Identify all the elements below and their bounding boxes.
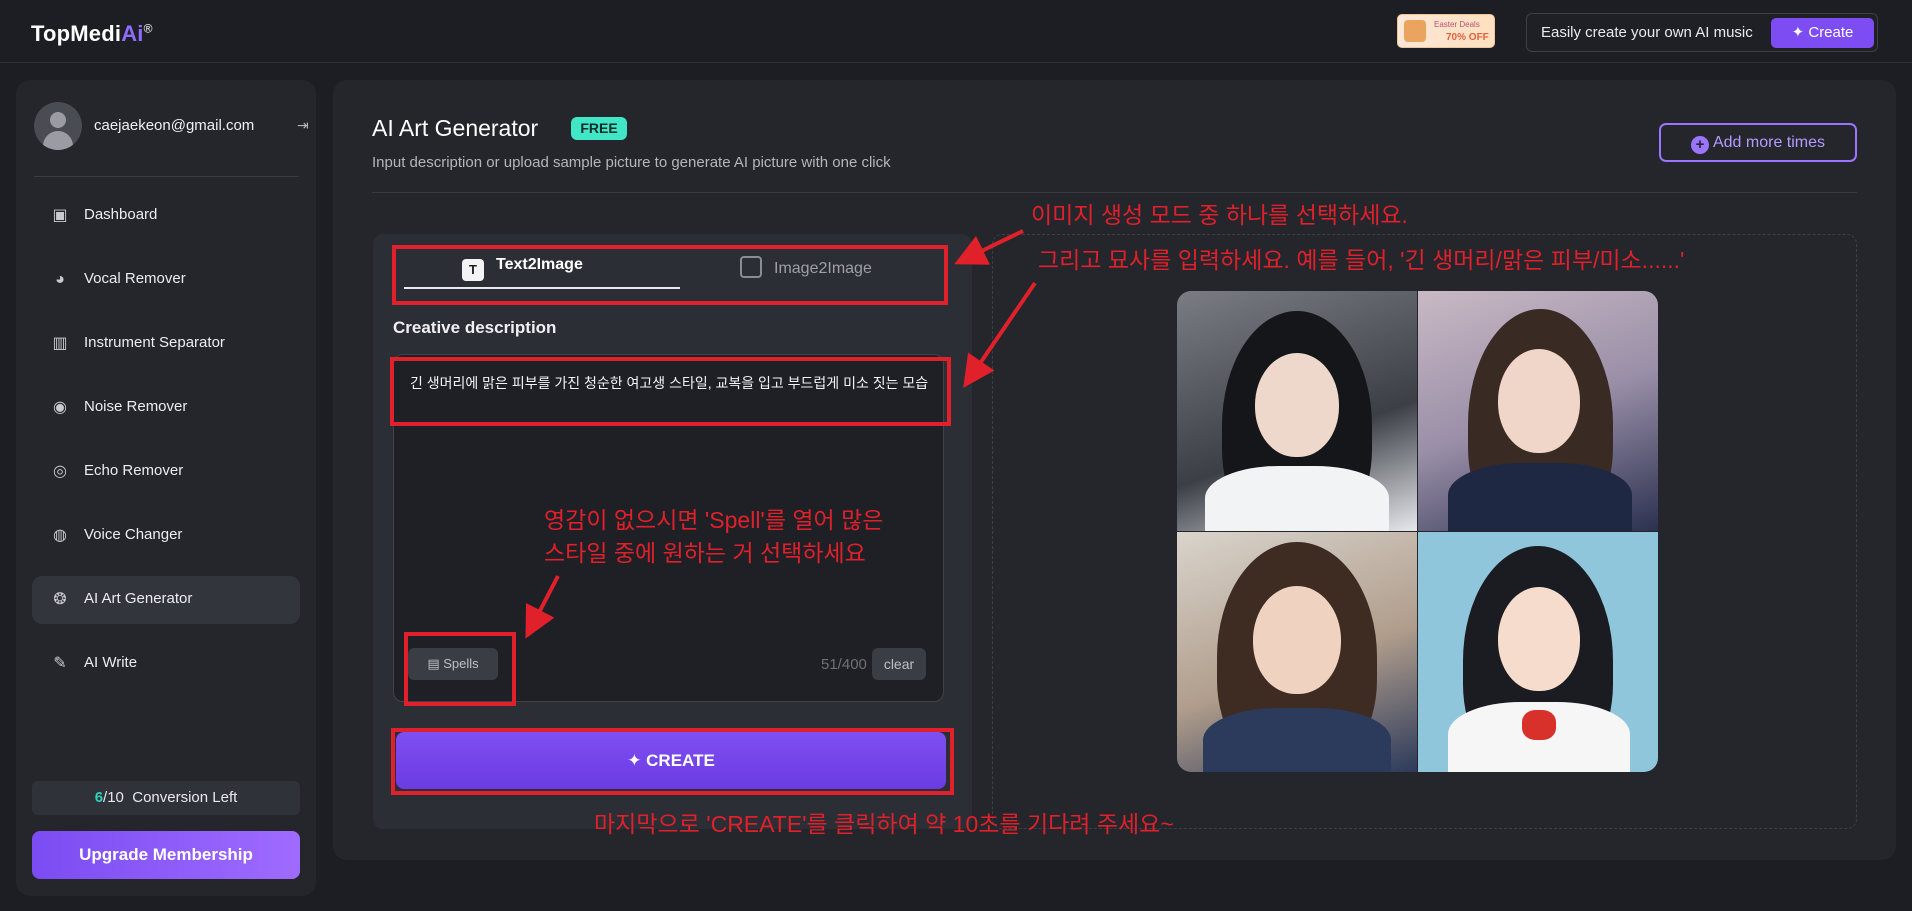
character-counter: 51/400: [821, 656, 867, 673]
plus-icon: +: [1690, 136, 1709, 154]
user-email: caejaekeon@gmail.com: [94, 117, 255, 134]
conversion-counter: 6/10 Conversion Left: [32, 781, 300, 815]
description-input[interactable]: 긴 생머리에 맑은 피부를 가진 청순한 여고생 스타일, 교복을 입고 부드럽…: [393, 354, 944, 702]
promo-line1: Easter Deals: [1434, 20, 1480, 29]
generator-card: T Text2Image Image2Image Creative descrip…: [373, 234, 972, 829]
sparkle-icon: ✦: [627, 751, 647, 770]
sidebar-item-echo-remover[interactable]: ◎ Echo Remover: [32, 448, 300, 496]
preview-image-2[interactable]: [1418, 291, 1658, 531]
header-divider: [372, 192, 1857, 193]
add-more-times-button[interactable]: + Add more times: [1659, 123, 1857, 162]
top-bar: TopMediAi® Easter Deals 70% OFF Easily c…: [0, 0, 1912, 63]
conversion-used: 6: [94, 789, 104, 806]
sidebar-item-label: Instrument Separator: [84, 334, 225, 351]
page-title: AI Art Generator: [372, 115, 539, 141]
music-cta: Easily create your own AI music ✦ Create: [1526, 13, 1878, 52]
preview-image-4[interactable]: [1418, 532, 1658, 772]
gift-icon: [1404, 20, 1426, 42]
briefcase-icon: ▣: [52, 207, 68, 224]
free-badge: FREE: [571, 117, 627, 140]
description-value: 긴 생머리에 맑은 피부를 가진 청순한 여고생 스타일, 교복을 입고 부드럽…: [410, 375, 929, 391]
conversion-total: /10: [103, 789, 124, 806]
image-icon: [740, 256, 762, 278]
preview-image-grid: [1177, 291, 1658, 772]
avatar[interactable]: [34, 102, 82, 150]
user-info: caejaekeon@gmail.com ⇥: [34, 102, 309, 152]
sidebar-item-label: Voice Changer: [84, 526, 183, 543]
sidebar-item-ai-write[interactable]: ✎ AI Write: [32, 640, 300, 688]
tab-label: Image2Image: [774, 260, 872, 277]
sidebar-item-voice-changer[interactable]: ◍ Voice Changer: [32, 512, 300, 560]
sidebar-item-ai-art-generator[interactable]: ❂ AI Art Generator: [32, 576, 300, 624]
promo-line2: 70% OFF: [1446, 32, 1489, 43]
sidebar-item-instrument-separator[interactable]: ▥ Instrument Separator: [32, 320, 300, 368]
head-icon: ◕: [55, 271, 65, 288]
upgrade-button[interactable]: Upgrade Membership: [32, 831, 300, 879]
noise-icon: ◉: [53, 399, 67, 416]
create-button[interactable]: ✦ CREATE: [396, 732, 946, 789]
sidebar: caejaekeon@gmail.com ⇥ ▣ Dashboard ◕ Voc…: [16, 80, 316, 896]
sidebar-divider: [34, 176, 299, 177]
sidebar-item-label: Echo Remover: [84, 462, 184, 479]
sidebar-item-label: Noise Remover: [84, 398, 188, 415]
preview-image-1[interactable]: [1177, 291, 1417, 531]
sidebar-item-label: AI Write: [84, 654, 138, 671]
sidebar-item-label: Dashboard: [84, 206, 158, 223]
preview-image-3[interactable]: [1177, 532, 1417, 772]
music-cta-text: Easily create your own AI music: [1541, 24, 1753, 41]
sidebar-item-noise-remover[interactable]: ◉ Noise Remover: [32, 384, 300, 432]
page-subtitle: Input description or upload sample pictu…: [372, 154, 891, 171]
palette-icon: ❂: [53, 591, 67, 608]
write-icon: ✎: [53, 655, 67, 672]
tab-text2image[interactable]: T Text2Image: [462, 256, 583, 281]
top-create-button[interactable]: ✦ Create: [1771, 18, 1874, 48]
description-label: Creative description: [393, 318, 557, 337]
voice-icon: ◍: [53, 527, 67, 544]
active-tab-indicator: [404, 287, 680, 289]
piano-icon: ▥: [52, 335, 68, 352]
text-icon: T: [462, 259, 484, 281]
logout-icon[interactable]: ⇥: [297, 117, 313, 133]
tab-label: Text2Image: [496, 256, 583, 273]
tab-image2image[interactable]: Image2Image: [740, 256, 872, 278]
add-more-label: Add more times: [1712, 134, 1826, 151]
book-icon: ▤: [427, 656, 444, 671]
create-label: CREATE: [646, 751, 715, 770]
sparkle-icon: ✦: [1791, 24, 1809, 41]
promo-banner[interactable]: Easter Deals 70% OFF: [1397, 14, 1495, 48]
top-create-label: Create: [1808, 24, 1854, 41]
preview-area: [992, 234, 1857, 829]
logo[interactable]: TopMediAi®: [31, 21, 153, 47]
clear-button[interactable]: clear: [872, 648, 926, 680]
sidebar-item-label: AI Art Generator: [84, 590, 193, 607]
conversion-text: Conversion Left: [132, 789, 238, 806]
spells-label: Spells: [443, 656, 479, 671]
sidebar-item-vocal-remover[interactable]: ◕ Vocal Remover: [32, 256, 300, 304]
mode-tabs: T Text2Image Image2Image: [385, 234, 955, 296]
spells-button[interactable]: ▤ Spells: [408, 648, 498, 680]
main-panel: AI Art Generator FREE Input description …: [333, 80, 1896, 860]
sidebar-item-dashboard[interactable]: ▣ Dashboard: [32, 192, 300, 240]
sidebar-item-label: Vocal Remover: [84, 270, 186, 287]
echo-icon: ◎: [53, 463, 67, 480]
